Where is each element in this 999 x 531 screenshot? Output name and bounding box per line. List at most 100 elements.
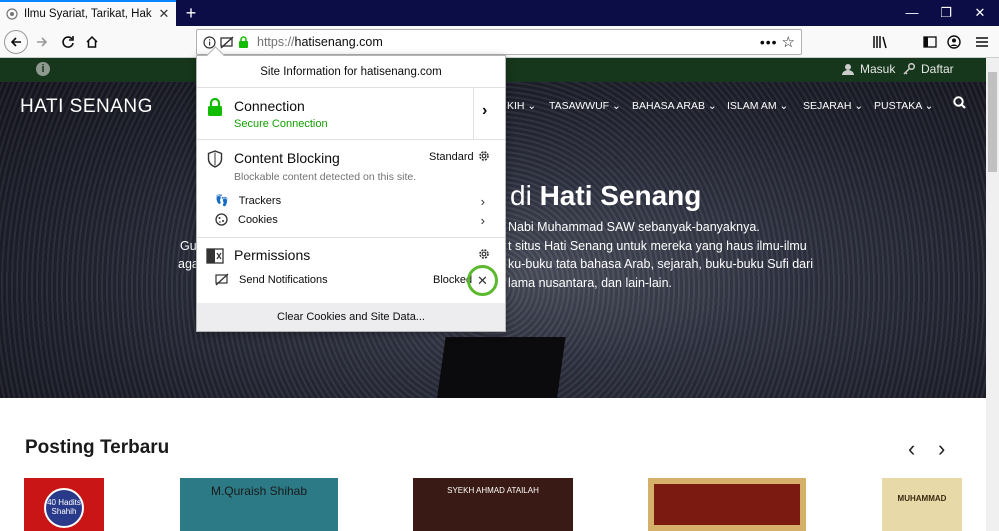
menu-button[interactable]	[970, 30, 994, 54]
menu-item-bahasa-arab[interactable]: BAHASA ARAB ⌄	[632, 100, 717, 112]
hero-text-line: Nabi Muhammad SAW sebanyak-banyaknya.	[508, 220, 760, 234]
account-button[interactable]	[942, 30, 966, 54]
site-information-popup: Site Information for hatisenang.com Conn…	[196, 55, 506, 332]
connection-title: Connection	[234, 98, 305, 114]
library-button[interactable]	[868, 30, 892, 54]
menu-label: PUSTAKA	[874, 100, 922, 112]
cookies-row[interactable]: Cookies	[215, 213, 495, 226]
carousel-next-button[interactable]: ›	[938, 436, 945, 462]
connection-section[interactable]: Connection Secure Connection ›	[197, 88, 505, 140]
account-icon	[947, 35, 961, 49]
tab-close-icon[interactable]: ✕	[158, 6, 170, 22]
popup-header: Site Information for hatisenang.com	[197, 56, 505, 88]
notification-blocked-icon	[215, 273, 229, 286]
book-title: MUHAMMAD	[897, 494, 947, 503]
register-link[interactable]: Daftar	[903, 62, 954, 76]
clear-permission-button[interactable]: ✕	[467, 265, 498, 296]
permissions-gear-icon[interactable]	[477, 247, 491, 261]
menu-item-tasawwuf[interactable]: TASAWWUF ⌄	[549, 100, 621, 112]
site-info-icon[interactable]: i	[36, 62, 50, 76]
sidebar-button[interactable]	[918, 30, 942, 54]
content-blocking-section: Content Blocking Standard Blockable cont…	[197, 140, 505, 238]
connection-details-chevron-icon[interactable]: ›	[482, 102, 487, 120]
close-window-button[interactable]: ✕	[963, 0, 997, 26]
tab-strip: Ilmu Syariat, Tarikat, Hakikat dan ✕ + —…	[0, 0, 999, 26]
page-scrollbar[interactable]	[986, 58, 999, 531]
hero-text-line: t situs Hati Senang untuk mereka yang ha…	[508, 239, 807, 253]
gear-icon[interactable]	[477, 149, 491, 163]
send-notifications-row: Send Notifications	[215, 273, 328, 286]
search-icon[interactable]	[953, 96, 966, 109]
divider	[473, 88, 474, 139]
forward-arrow-icon	[37, 37, 48, 47]
site-logo[interactable]: HATI SENANG	[20, 96, 153, 118]
shield-icon	[207, 150, 223, 168]
clear-cookies-button[interactable]: Clear Cookies and Site Data...	[197, 303, 505, 331]
menu-item-sejarah[interactable]: SEJARAH ⌄	[803, 100, 863, 112]
book-title: 40 Hadits Shahih	[44, 488, 84, 528]
register-label: Daftar	[921, 62, 954, 76]
restore-button[interactable]: ❐	[929, 0, 963, 26]
content-blocking-title: Content Blocking	[234, 150, 340, 166]
trackers-row[interactable]: 👣 Trackers	[215, 194, 495, 208]
book-cover[interactable]: MUHAMMAD	[882, 478, 962, 531]
login-label: Masuk	[860, 62, 896, 76]
back-button[interactable]	[4, 30, 28, 54]
book-cover[interactable]: SYEKH AHMAD ATAILAH	[413, 478, 573, 531]
notification-blocked-icon[interactable]	[220, 35, 234, 49]
permissions-title: Permissions	[234, 247, 311, 263]
bookmark-star-icon[interactable]: ☆	[782, 33, 795, 51]
menu-item-fikih[interactable]: KIH ⌄	[507, 100, 536, 112]
section-title: Posting Terbaru	[25, 437, 170, 458]
book-cover[interactable]: 40 Hadits Shahih	[24, 478, 104, 531]
new-tab-button[interactable]: +	[180, 2, 202, 24]
forward-button[interactable]	[30, 30, 54, 54]
book-title: SYEKH AHMAD ATAILAH	[447, 486, 539, 495]
menu-label: TASAWWUF	[549, 100, 610, 112]
menu-label: BAHASA ARAB	[632, 100, 705, 112]
hero-text-line: lama nusantara, dan lain-lain.	[508, 276, 672, 290]
cookie-icon	[215, 213, 228, 226]
hero-title-bold: Hati Senang	[539, 180, 702, 211]
carousel-prev-button[interactable]: ‹	[908, 436, 915, 462]
trackers-label: Trackers	[238, 194, 282, 207]
login-link[interactable]: Masuk	[842, 62, 895, 76]
lock-icon[interactable]	[238, 35, 249, 49]
menu-item-islam-am[interactable]: ISLAM AM ⌄	[727, 100, 788, 112]
permissions-section: Permissions Send Notifications Blocked ✕	[197, 238, 505, 303]
cookies-label: Cookies	[238, 213, 278, 226]
secure-lock-icon	[208, 98, 222, 116]
navigation-toolbar: https://hatisenang.com ••• ☆	[0, 26, 999, 58]
book-cover[interactable]	[648, 478, 806, 531]
key-icon	[903, 63, 915, 75]
hero-text-fragment: Gu	[180, 239, 197, 253]
active-tab[interactable]: Ilmu Syariat, Tarikat, Hakikat dan ✕	[0, 0, 176, 26]
library-icon	[873, 36, 887, 49]
site-favicon-icon	[6, 8, 18, 20]
menu-label: ISLAM AM	[727, 100, 777, 112]
hero-text-line: ku-buku tata bahasa Arab, sejarah, buku-…	[508, 257, 814, 271]
send-notifications-label: Send Notifications	[239, 273, 328, 286]
hero-title-prefix: di	[510, 180, 532, 211]
book-cover[interactable]: M.Quraish Shihab	[180, 478, 338, 531]
sidebar-icon	[923, 36, 937, 48]
home-icon	[86, 35, 98, 48]
connection-status: Secure Connection	[234, 118, 328, 130]
url-bar[interactable]: https://hatisenang.com ••• ☆	[196, 29, 802, 55]
reload-icon	[62, 36, 74, 48]
blocking-description: Blockable content detected on this site.	[234, 171, 417, 183]
trackers-chevron-icon[interactable]: ›	[481, 194, 485, 209]
page-actions-icon[interactable]: •••	[760, 34, 778, 50]
minimize-button[interactable]: —	[895, 0, 929, 26]
menu-item-pustaka[interactable]: PUSTAKA ⌄	[874, 100, 933, 112]
hamburger-icon	[976, 37, 988, 47]
permissions-icon	[206, 248, 224, 264]
reload-button[interactable]	[56, 30, 80, 54]
url-text[interactable]: https://hatisenang.com	[257, 35, 756, 49]
cookies-chevron-icon[interactable]: ›	[481, 213, 485, 228]
scrollbar-thumb[interactable]	[988, 72, 997, 172]
home-button[interactable]	[80, 30, 104, 54]
menu-label: KIH	[507, 100, 525, 112]
kaaba-image	[434, 337, 566, 398]
url-protocol: https://	[257, 35, 295, 49]
